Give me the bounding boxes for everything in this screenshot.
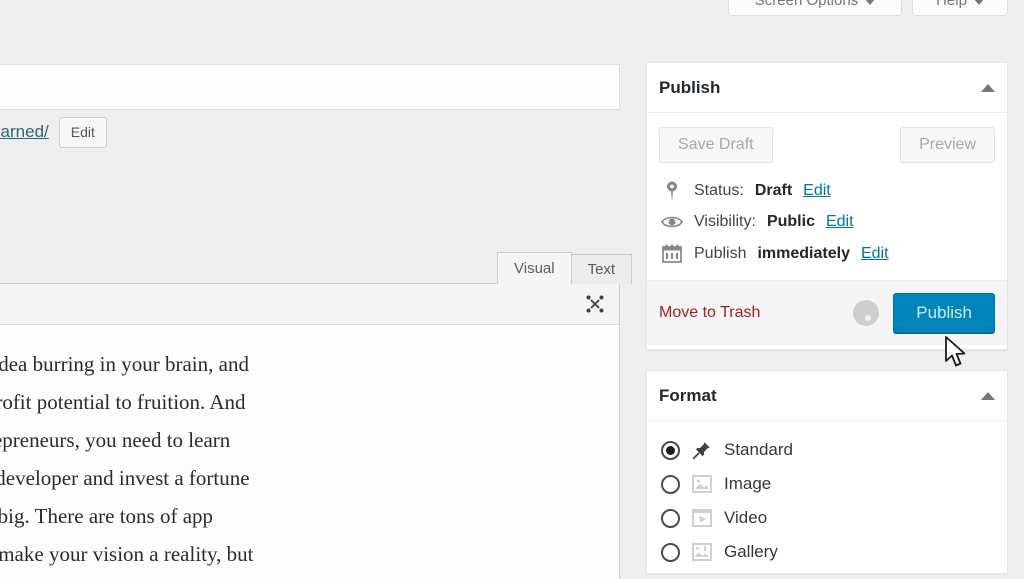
post-editor-column: ed app-lessons-learned/ Edit	[0, 64, 620, 154]
publish-panel-title: Publish	[659, 77, 721, 97]
status-value: Draft	[754, 181, 793, 199]
post-content-area[interactable]: a great app idea burring in your brain, …	[0, 325, 619, 579]
save-draft-button[interactable]: Save Draft	[659, 127, 773, 163]
format-label-gallery: Gallery	[724, 542, 778, 561]
format-option-gallery[interactable]: Gallery	[659, 535, 995, 569]
radio-video[interactable]	[661, 508, 680, 528]
chevron-down-icon	[865, 0, 876, 5]
loading-spinner-icon	[853, 300, 880, 326]
editor-mode-tabs: Visual Text	[497, 252, 633, 284]
format-option-video[interactable]: Video	[659, 501, 995, 535]
chevron-up-icon[interactable]	[981, 391, 995, 400]
publish-minor-actions: Save Draft Preview	[659, 125, 995, 175]
publish-actions-right: Publish	[853, 293, 995, 333]
visibility-row: Visibility: Public Edit	[659, 207, 995, 238]
publish-button[interactable]: Publish	[893, 293, 995, 333]
image-icon	[691, 473, 713, 495]
format-label-image: Image	[724, 474, 772, 493]
help-label: Help	[936, 0, 967, 9]
editor-box: a great app idea burring in your brain, …	[0, 283, 620, 579]
tab-visual[interactable]: Visual	[497, 252, 572, 284]
content-line: an help you make your vision a reality, …	[0, 542, 254, 566]
schedule-label: Publish	[694, 244, 747, 262]
help-button[interactable]: Help	[912, 0, 1008, 16]
schedule-edit-link[interactable]: Edit	[861, 245, 889, 263]
publish-panel-header: Publish	[647, 63, 1007, 113]
preview-button[interactable]: Preview	[900, 127, 995, 163]
editor-toolbar	[0, 284, 619, 325]
screen-options-label: Screen Options	[754, 0, 859, 9]
post-title-input[interactable]: ed	[0, 64, 620, 110]
format-label-video: Video	[724, 508, 768, 527]
visibility-edit-link[interactable]: Edit	[826, 213, 854, 231]
radio-gallery[interactable]	[661, 542, 680, 562]
chevron-up-icon[interactable]	[981, 83, 995, 92]
move-to-trash-link[interactable]: Move to Trash	[659, 304, 760, 322]
pin-icon	[691, 439, 713, 461]
calendar-icon	[661, 244, 683, 263]
content-line: a great app idea burring in your brain, …	[0, 352, 249, 376]
status-label: Status:	[694, 181, 744, 199]
chevron-down-icon	[973, 0, 984, 5]
permalink-edit-button[interactable]: Edit	[58, 116, 107, 148]
content-line: d all of its profit potential to fruitio…	[0, 390, 246, 414]
wordpress-post-editor: Screen Options Help ed app-lessons-learn…	[0, 0, 1024, 579]
content-line: ou to hire a developer and invest a fort…	[0, 466, 250, 490]
schedule-row: Publish immediately Edit	[659, 238, 995, 270]
permalink-row: app-lessons-learned/ Edit	[0, 110, 620, 154]
permalink-link[interactable]: app-lessons-learned/	[0, 122, 49, 142]
screen-options-button[interactable]: Screen Options	[728, 0, 902, 16]
publish-major-actions: Move to Trash Publish	[647, 280, 1007, 345]
format-label-standard: Standard	[724, 440, 793, 459]
tab-text[interactable]: Text	[570, 254, 633, 284]
gallery-icon	[691, 541, 713, 563]
visibility-value: Public	[766, 213, 815, 230]
content-line: for app entrepreneurs, you need to learn	[0, 428, 231, 452]
video-icon	[691, 507, 713, 529]
format-panel-body: Standard Image Video Gallery	[647, 421, 1007, 573]
format-option-standard[interactable]: Standard	[659, 433, 995, 467]
content-line: ning and methodical work on your part, t…	[0, 573, 605, 579]
publish-panel-body: Save Draft Preview Status: Draft Edit Vi…	[647, 113, 1007, 349]
format-panel-title: Format	[659, 385, 717, 405]
format-panel-header: Format	[647, 371, 1007, 421]
schedule-value: immediately	[757, 244, 850, 262]
post-sidebar: Publish Save Draft Preview Status: Draft…	[646, 62, 1008, 579]
visibility-label: Visibility:	[694, 213, 756, 230]
radio-standard[interactable]	[661, 440, 680, 460]
format-panel: Format Standard Image Video Gallery	[646, 370, 1008, 574]
admin-topbar: Screen Options Help	[0, 0, 1024, 30]
format-option-image[interactable]: Image	[659, 467, 995, 501]
eye-icon	[661, 215, 683, 229]
status-row: Status: Draft Edit	[659, 175, 995, 207]
distraction-free-icon[interactable]	[578, 289, 612, 319]
pin-icon	[661, 181, 683, 200]
radio-image[interactable]	[661, 474, 680, 494]
publish-panel: Publish Save Draft Preview Status: Draft…	[646, 62, 1008, 350]
status-edit-link[interactable]: Edit	[803, 182, 831, 200]
content-line: e risk is too big. There are tons of app	[0, 504, 214, 528]
